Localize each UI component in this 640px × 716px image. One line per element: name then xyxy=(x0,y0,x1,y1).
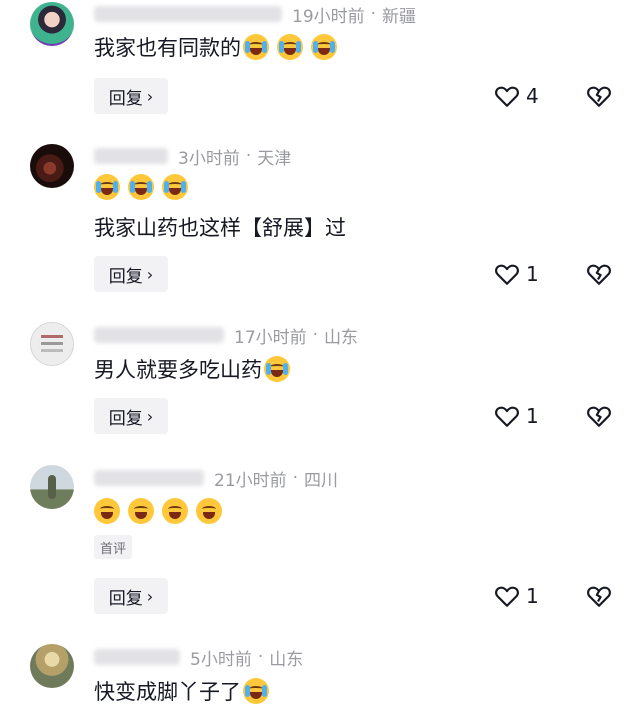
comment-text: 我家也有同款的 xyxy=(94,32,345,62)
reply-label: 回复 xyxy=(108,266,143,287)
grin-emoji-icon xyxy=(162,498,188,524)
laugh-cry-emoji-icon xyxy=(243,34,269,60)
broken-heart-icon xyxy=(587,586,611,607)
comment-time: 19小时前 xyxy=(292,6,365,27)
username-blurred[interactable] xyxy=(94,327,224,343)
heart-outline-icon xyxy=(495,406,519,427)
reply-button[interactable]: 回复 › xyxy=(94,256,168,292)
comment-meta: 21小时前 · 四川 xyxy=(94,466,339,491)
like-button[interactable]: 1 xyxy=(494,398,539,434)
grin-emoji-icon xyxy=(196,498,222,524)
grin-emoji-icon xyxy=(128,498,154,524)
avatar[interactable] xyxy=(30,644,74,688)
like-count: 4 xyxy=(526,84,539,108)
grin-emoji-icon xyxy=(94,498,120,524)
chevron-right-icon: › xyxy=(146,86,154,106)
broken-heart-icon xyxy=(587,86,611,107)
first-comment-badge: 首评 xyxy=(94,535,133,559)
comment-meta: 5小时前 · 山东 xyxy=(94,645,304,670)
meta-separator: · xyxy=(312,325,319,345)
heart-outline-icon xyxy=(495,264,519,285)
comment-text-content: 我家也有同款的 xyxy=(94,36,241,60)
laugh-cry-emoji-icon xyxy=(94,174,120,200)
comment-time: 21小时前 xyxy=(214,470,287,491)
broken-heart-icon xyxy=(587,264,611,285)
reply-button[interactable]: 回复 › xyxy=(94,578,168,614)
like-count: 1 xyxy=(526,584,539,608)
laugh-cry-emoji-icon xyxy=(264,356,290,382)
comment-location: 山东 xyxy=(269,649,304,670)
comment-text-content: 男人就要多吃山药 xyxy=(94,358,262,382)
meta-separator: · xyxy=(257,647,264,667)
comment-location: 新疆 xyxy=(382,6,417,27)
avatar[interactable] xyxy=(30,2,74,46)
chevron-right-icon: › xyxy=(146,586,154,606)
username-blurred[interactable] xyxy=(94,6,282,22)
broken-heart-icon xyxy=(587,406,611,427)
like-button[interactable]: 1 xyxy=(494,578,539,614)
comment-time: 3小时前 xyxy=(178,148,240,169)
reply-label: 回复 xyxy=(108,588,143,609)
meta-separator: · xyxy=(292,468,299,488)
like-count: 1 xyxy=(526,404,539,428)
laugh-cry-emoji-icon xyxy=(243,678,269,704)
avatar[interactable] xyxy=(30,144,74,188)
username-blurred[interactable] xyxy=(94,470,204,486)
comment-text-content: 快变成脚丫子了 xyxy=(94,680,241,704)
comment-text: 快变成脚丫子了 xyxy=(94,676,277,706)
comment-text: 男人就要多吃山药 xyxy=(94,354,298,384)
laugh-cry-emoji-icon xyxy=(162,174,188,200)
chevron-right-icon: › xyxy=(146,264,154,284)
reply-button[interactable]: 回复 › xyxy=(94,398,168,434)
like-count: 1 xyxy=(526,262,539,286)
username-blurred[interactable] xyxy=(94,148,168,164)
heart-outline-icon xyxy=(495,586,519,607)
dislike-button[interactable] xyxy=(586,256,612,292)
meta-separator: · xyxy=(370,4,377,24)
comment-text-content: 我家山药也这样【舒展】过 xyxy=(94,216,346,240)
heart-outline-icon xyxy=(495,86,519,107)
avatar[interactable] xyxy=(30,322,74,366)
reply-button[interactable]: 回复 › xyxy=(94,78,168,114)
chevron-right-icon: › xyxy=(146,406,154,426)
like-button[interactable]: 1 xyxy=(494,256,539,292)
dislike-button[interactable] xyxy=(586,578,612,614)
meta-separator: · xyxy=(245,146,252,166)
comment-time: 17小时前 xyxy=(234,327,307,348)
comment-location: 天津 xyxy=(257,148,292,169)
laugh-cry-emoji-icon xyxy=(128,174,154,200)
comment-location: 四川 xyxy=(304,470,339,491)
reply-label: 回复 xyxy=(108,88,143,109)
comment-text: 我家山药也这样【舒展】过 xyxy=(94,212,346,242)
laugh-cry-emoji-icon xyxy=(311,34,337,60)
comment-meta: 17小时前 · 山东 xyxy=(94,323,359,348)
username-blurred[interactable] xyxy=(94,649,180,665)
comment-meta: 19小时前 · 新疆 xyxy=(94,2,417,27)
comment-time: 5小时前 xyxy=(190,649,252,670)
comment-emoji-line xyxy=(94,172,196,202)
comment-location: 山东 xyxy=(324,327,359,348)
like-button[interactable]: 4 xyxy=(494,78,539,114)
reply-label: 回复 xyxy=(108,408,143,429)
comment-emoji-line xyxy=(94,496,230,526)
laugh-cry-emoji-icon xyxy=(277,34,303,60)
avatar[interactable] xyxy=(30,465,74,509)
dislike-button[interactable] xyxy=(586,78,612,114)
dislike-button[interactable] xyxy=(586,398,612,434)
comment-meta: 3小时前 · 天津 xyxy=(94,144,292,169)
